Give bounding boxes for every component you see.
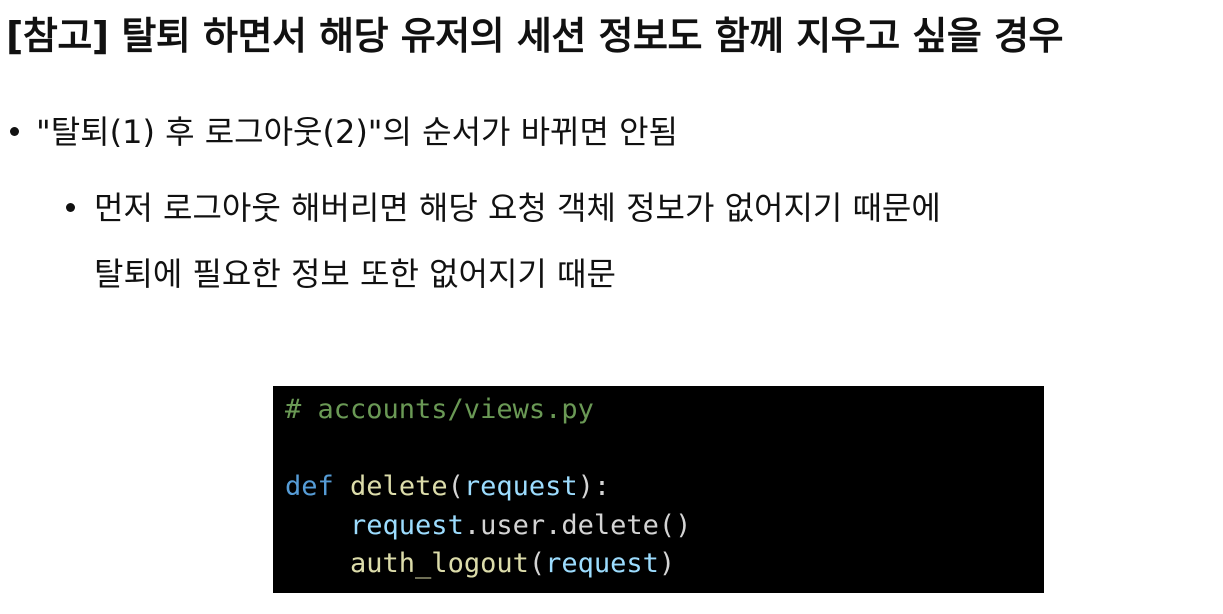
sub-bullet-item-reason-continued: 탈퇴에 필요한 정보 또한 없어지기 때문 <box>94 255 616 293</box>
sub-bullet-item-reason: 먼저 로그아웃 해버리면 해당 요청 객체 정보가 없어지기 때문에 <box>94 189 941 227</box>
code-block: # accounts/views.py def delete(request):… <box>273 386 1044 593</box>
code-line-logout: auth_logout(request) <box>285 545 1044 584</box>
bullet-item-order-warning: "탈퇴(1) 후 로그아웃(2)"의 순서가 바뀌면 안됨 <box>36 113 678 151</box>
code-close-paren: ): <box>577 471 611 502</box>
page-title: [참고] 탈퇴 하면서 해당 유저의 세션 정보도 함께 지우고 싶을 경우 <box>6 14 1064 58</box>
code-function-name: delete <box>350 471 448 502</box>
code-parameter: request <box>463 471 578 502</box>
code-request-object: request <box>350 509 464 541</box>
code-line-comment: # accounts/views.py <box>285 391 1044 430</box>
code-logout-argument: request <box>545 548 659 579</box>
code-logout-function: auth_logout <box>350 548 529 579</box>
code-comment: # accounts/views.py <box>285 394 594 425</box>
code-logout-close-paren: ) <box>658 548 676 579</box>
code-def-keyword: def <box>285 471 334 502</box>
sub-bullet-dot <box>66 203 75 212</box>
code-line-def: def delete(request): <box>285 468 1044 507</box>
code-logout-open-paren: ( <box>528 548 546 579</box>
code-line-user-delete: request.user.delete() <box>285 507 1044 546</box>
code-open-paren: ( <box>447 471 464 502</box>
bullet-dot <box>10 127 19 136</box>
code-user-delete-call: .user.delete() <box>463 509 692 541</box>
